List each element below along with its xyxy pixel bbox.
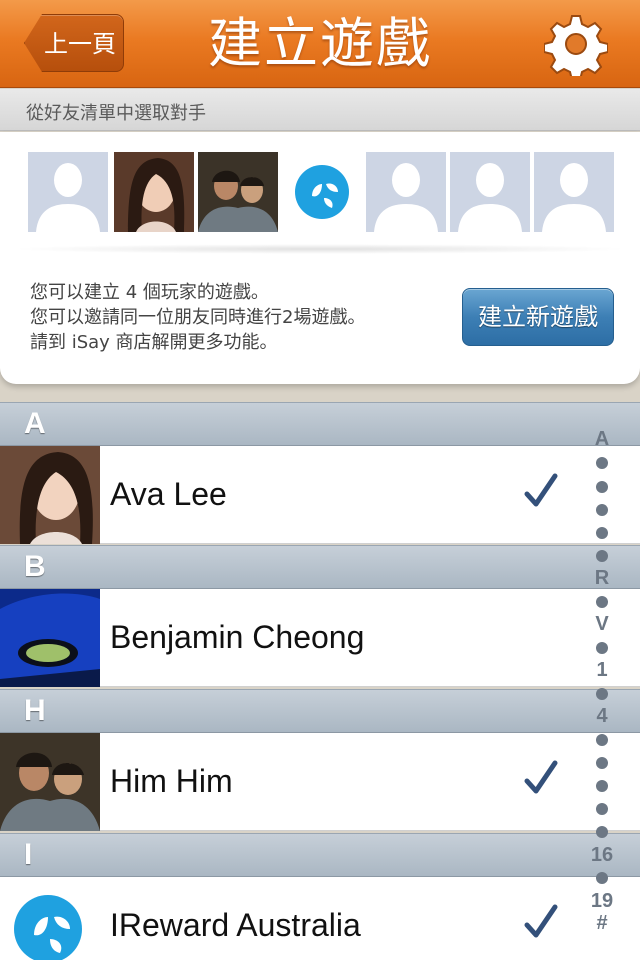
back-button[interactable]: 上一頁: [24, 14, 124, 72]
player-slot-photo[interactable]: [198, 152, 278, 232]
avatar: [0, 877, 100, 960]
instruction-text: 從好友清單中選取對手: [26, 103, 206, 124]
index-dot[interactable]: [596, 527, 608, 539]
index-dot[interactable]: [596, 803, 608, 815]
checkmark-icon: [524, 473, 558, 507]
index-entry[interactable]: 1: [584, 659, 620, 681]
game-setup-card: 您可以建立 4 個玩家的遊戲。 您可以邀請同一位朋友同時進行2場遊戲。 請到 i…: [0, 132, 640, 384]
avatar: [0, 589, 100, 687]
index-dot[interactable]: [596, 504, 608, 516]
player-slot-empty[interactable]: [28, 152, 108, 232]
index-dot[interactable]: [596, 688, 608, 700]
index-dot[interactable]: [596, 872, 608, 884]
friend-row[interactable]: Benjamin Cheong: [0, 589, 640, 687]
index-entry[interactable]: R: [584, 567, 620, 589]
section-header-i: I: [0, 833, 640, 877]
checkmark-icon: [524, 904, 558, 938]
friend-name: IReward Australia: [110, 907, 361, 943]
friend-name: Benjamin Cheong: [110, 619, 365, 655]
index-dot[interactable]: [596, 642, 608, 654]
index-entry[interactable]: 4: [584, 705, 620, 727]
info-line: 您可以邀請同一位朋友同時進行2場遊戲。: [30, 307, 366, 328]
card-divider: [10, 244, 630, 254]
player-slots: [28, 152, 618, 232]
avatar: [0, 733, 100, 831]
instruction-bar: 從好友清單中選取對手: [0, 89, 640, 131]
checkmark-icon: [524, 760, 558, 794]
index-entry[interactable]: A: [584, 428, 620, 450]
index-entry[interactable]: 19: [584, 890, 620, 912]
game-info-text: 您可以建立 4 個玩家的遊戲。 您可以邀請同一位朋友同時進行2場遊戲。 請到 i…: [30, 280, 450, 355]
section-letter: H: [24, 694, 46, 727]
create-game-button[interactable]: 建立新遊戲: [462, 288, 614, 346]
index-entry[interactable]: #: [584, 912, 620, 934]
page-title: 建立遊戲: [208, 12, 432, 75]
player-slot-logo[interactable]: [282, 152, 362, 232]
friend-row[interactable]: IReward Australia: [0, 877, 640, 960]
friend-name: Him Him: [110, 763, 233, 799]
section-header-a: A: [0, 402, 640, 446]
section-letter: I: [24, 838, 33, 871]
player-slot-empty[interactable]: [534, 152, 614, 232]
index-dot[interactable]: [596, 757, 608, 769]
index-dot[interactable]: [596, 596, 608, 608]
index-dot[interactable]: [596, 780, 608, 792]
index-dot[interactable]: [596, 550, 608, 562]
player-slot-photo[interactable]: [114, 152, 194, 232]
section-index-bar[interactable]: A R V 1 4 16 19 #: [584, 426, 620, 946]
index-entry[interactable]: V: [584, 613, 620, 635]
index-dot[interactable]: [596, 457, 608, 469]
section-letter: B: [24, 550, 46, 583]
friend-row[interactable]: Him Him: [0, 733, 640, 831]
friend-name: Ava Lee: [110, 476, 227, 512]
section-letter: A: [24, 407, 46, 440]
friend-row[interactable]: Ava Lee: [0, 446, 640, 544]
gear-icon[interactable]: [543, 12, 609, 81]
index-dot[interactable]: [596, 734, 608, 746]
info-line: 請到 iSay 商店解開更多功能。: [30, 332, 278, 353]
avatar: [0, 446, 100, 544]
index-entry[interactable]: 16: [584, 844, 620, 866]
friend-list: A Ava Lee B Benjamin Cheong H Him Him I …: [0, 402, 640, 960]
player-slot-empty[interactable]: [366, 152, 446, 232]
index-dot[interactable]: [596, 481, 608, 493]
index-dot[interactable]: [596, 826, 608, 838]
info-line: 您可以建立 4 個玩家的遊戲。: [30, 282, 269, 303]
player-slot-empty[interactable]: [450, 152, 530, 232]
section-header-h: H: [0, 689, 640, 733]
section-header-b: B: [0, 545, 640, 589]
nav-bar: 上一頁 建立遊戲: [0, 0, 640, 88]
